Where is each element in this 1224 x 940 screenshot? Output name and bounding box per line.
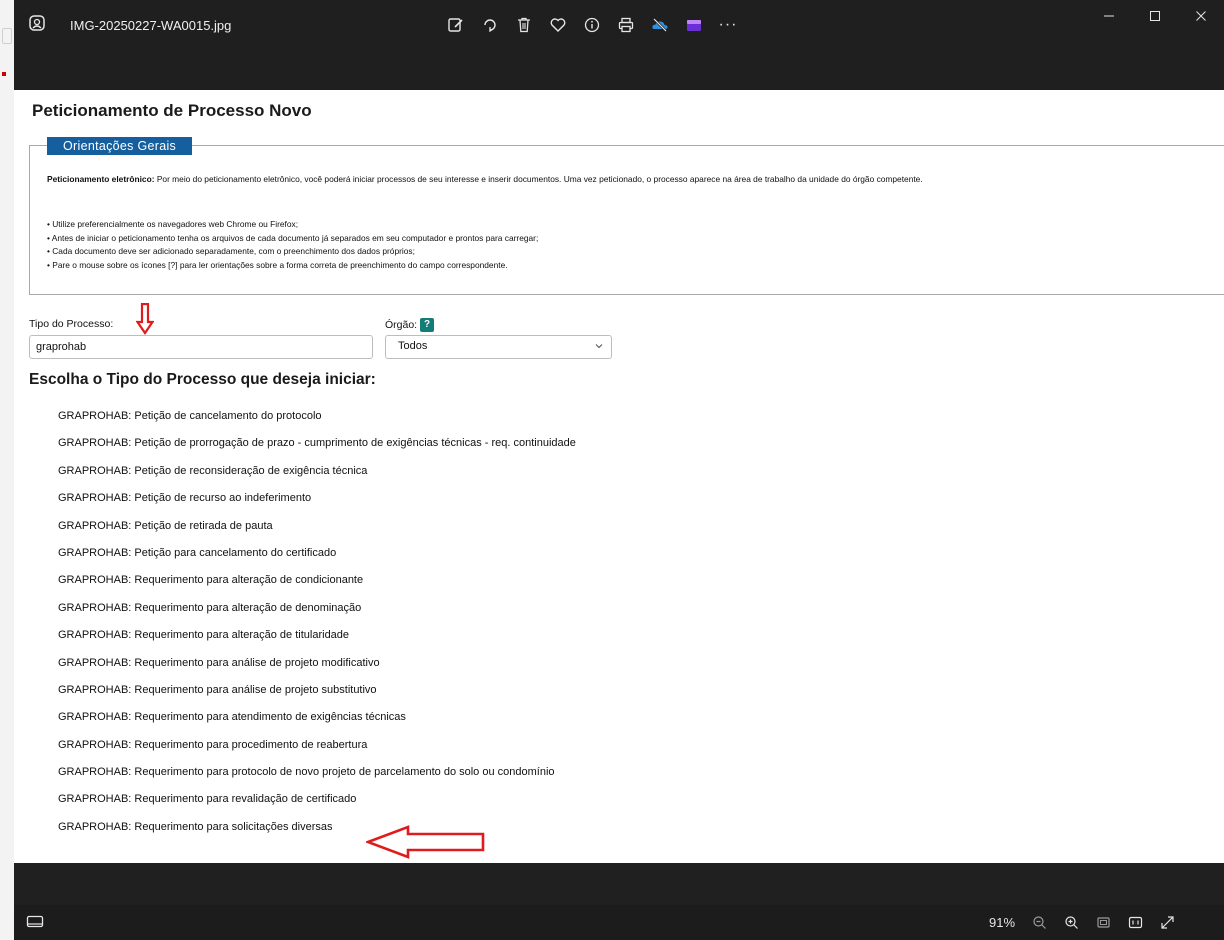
title-bar: IMG-20250227-WA0015.jpg ··· <box>14 0 1224 50</box>
process-type-link[interactable]: GRAPROHAB: Petição de cancelamento do pr… <box>58 410 576 437</box>
delete-icon[interactable] <box>512 13 536 37</box>
edit-image-icon[interactable] <box>444 13 468 37</box>
process-type-link[interactable]: GRAPROHAB: Petição de retirada de pauta <box>58 520 576 547</box>
orgao-select[interactable]: Todos <box>385 335 612 359</box>
process-type-link[interactable]: GRAPROHAB: Requerimento para alteração d… <box>58 602 576 629</box>
orgao-label-row: Órgão: ? <box>385 318 435 332</box>
fit-to-window-icon[interactable] <box>1093 912 1113 932</box>
process-type-link[interactable]: GRAPROHAB: Petição de prorrogação de pra… <box>58 437 576 464</box>
close-button[interactable] <box>1178 0 1224 32</box>
favorite-icon[interactable] <box>546 13 570 37</box>
orgao-label: Órgão: <box>385 319 418 331</box>
guidelines-list: • Utilize preferencialmente os navegador… <box>47 218 538 272</box>
guideline-item: • Pare o mouse sobre os ícones [?] para … <box>47 259 508 270</box>
fullscreen-icon[interactable] <box>1157 912 1177 932</box>
displayed-image: Peticionamento de Processo Novo Orientaç… <box>14 90 1224 863</box>
red-arrow-down-annotation <box>136 303 154 335</box>
maximize-icon <box>1150 11 1160 21</box>
process-type-link[interactable]: GRAPROHAB: Requerimento para alteração d… <box>58 629 576 656</box>
guideline-item: • Utilize preferencialmente os navegador… <box>47 219 299 229</box>
background-window-glyph <box>2 28 12 44</box>
process-type-link[interactable]: GRAPROHAB: Requerimento para atendimento… <box>58 711 576 738</box>
file-name: IMG-20250227-WA0015.jpg <box>70 18 232 33</box>
onedrive-offline-icon[interactable] <box>648 13 672 37</box>
page-title: Peticionamento de Processo Novo <box>32 101 312 120</box>
process-type-link[interactable]: GRAPROHAB: Requerimento para análise de … <box>58 657 576 684</box>
process-type-link[interactable]: GRAPROHAB: Petição para cancelamento do … <box>58 547 576 574</box>
photos-app-icon <box>29 15 45 31</box>
tipo-processo-label: Tipo do Processo: <box>29 318 114 330</box>
zoom-level[interactable]: 91% <box>989 915 1015 930</box>
print-icon[interactable] <box>614 13 638 37</box>
photo-viewer-window: IMG-20250227-WA0015.jpg ··· Peticionamen… <box>14 0 1224 940</box>
process-type-heading: Escolha o Tipo do Processo que deseja in… <box>29 371 376 388</box>
minimize-icon <box>1104 15 1114 17</box>
tipo-processo-input[interactable] <box>29 335 373 359</box>
guideline-item: • Antes de iniciar o peticionamento tenh… <box>47 232 539 243</box>
zoom-tools <box>1029 912 1177 932</box>
viewer-bottom-area <box>14 863 1224 905</box>
status-bar: 91% <box>14 905 1224 940</box>
close-icon <box>1196 11 1206 21</box>
intro-text: Peticionamento eletrônico: Por meio do p… <box>47 174 923 184</box>
orgao-selected-value: Todos <box>398 340 428 352</box>
process-type-link[interactable]: GRAPROHAB: Requerimento para solicitaçõe… <box>58 821 576 848</box>
background-red-mark <box>2 72 6 76</box>
maximize-button[interactable] <box>1132 0 1178 32</box>
process-type-link[interactable]: GRAPROHAB: Requerimento para revalidação… <box>58 793 576 820</box>
filmstrip-icon[interactable] <box>26 914 44 930</box>
window-controls <box>1086 0 1224 32</box>
process-type-list: GRAPROHAB: Petição de cancelamento do pr… <box>58 410 576 848</box>
chevron-down-icon <box>595 344 603 349</box>
info-icon[interactable] <box>580 13 604 37</box>
red-arrow-left-annotation <box>366 825 485 859</box>
intro-body: Por meio do peticionamento eletrônico, v… <box>154 174 923 184</box>
actual-size-icon[interactable] <box>1125 912 1145 932</box>
process-type-link[interactable]: GRAPROHAB: Requerimento para procediment… <box>58 739 576 766</box>
more-icon[interactable]: ··· <box>716 13 740 37</box>
rotate-icon[interactable] <box>478 13 502 37</box>
process-type-link[interactable]: GRAPROHAB: Requerimento para análise de … <box>58 684 576 711</box>
process-type-link[interactable]: GRAPROHAB: Petição de reconsideração de … <box>58 465 576 492</box>
process-type-link[interactable]: GRAPROHAB: Requerimento para alteração d… <box>58 574 576 601</box>
help-icon[interactable]: ? <box>420 318 435 332</box>
viewer-toolbar: ··· <box>444 10 740 40</box>
guideline-item: • Cada documento deve ser adicionado sep… <box>47 246 415 257</box>
guidelines-legend: Orientações Gerais <box>47 137 193 155</box>
process-type-link[interactable]: GRAPROHAB: Petição de recurso ao indefer… <box>58 492 576 519</box>
intro-bold: Peticionamento eletrônico: <box>47 174 155 184</box>
zoom-out-icon[interactable] <box>1029 912 1049 932</box>
background-window-strip <box>0 0 14 940</box>
zoom-in-icon[interactable] <box>1061 912 1081 932</box>
minimize-button[interactable] <box>1086 0 1132 32</box>
clipchamp-icon[interactable] <box>682 13 706 37</box>
process-type-link[interactable]: GRAPROHAB: Requerimento para protocolo d… <box>58 766 576 793</box>
